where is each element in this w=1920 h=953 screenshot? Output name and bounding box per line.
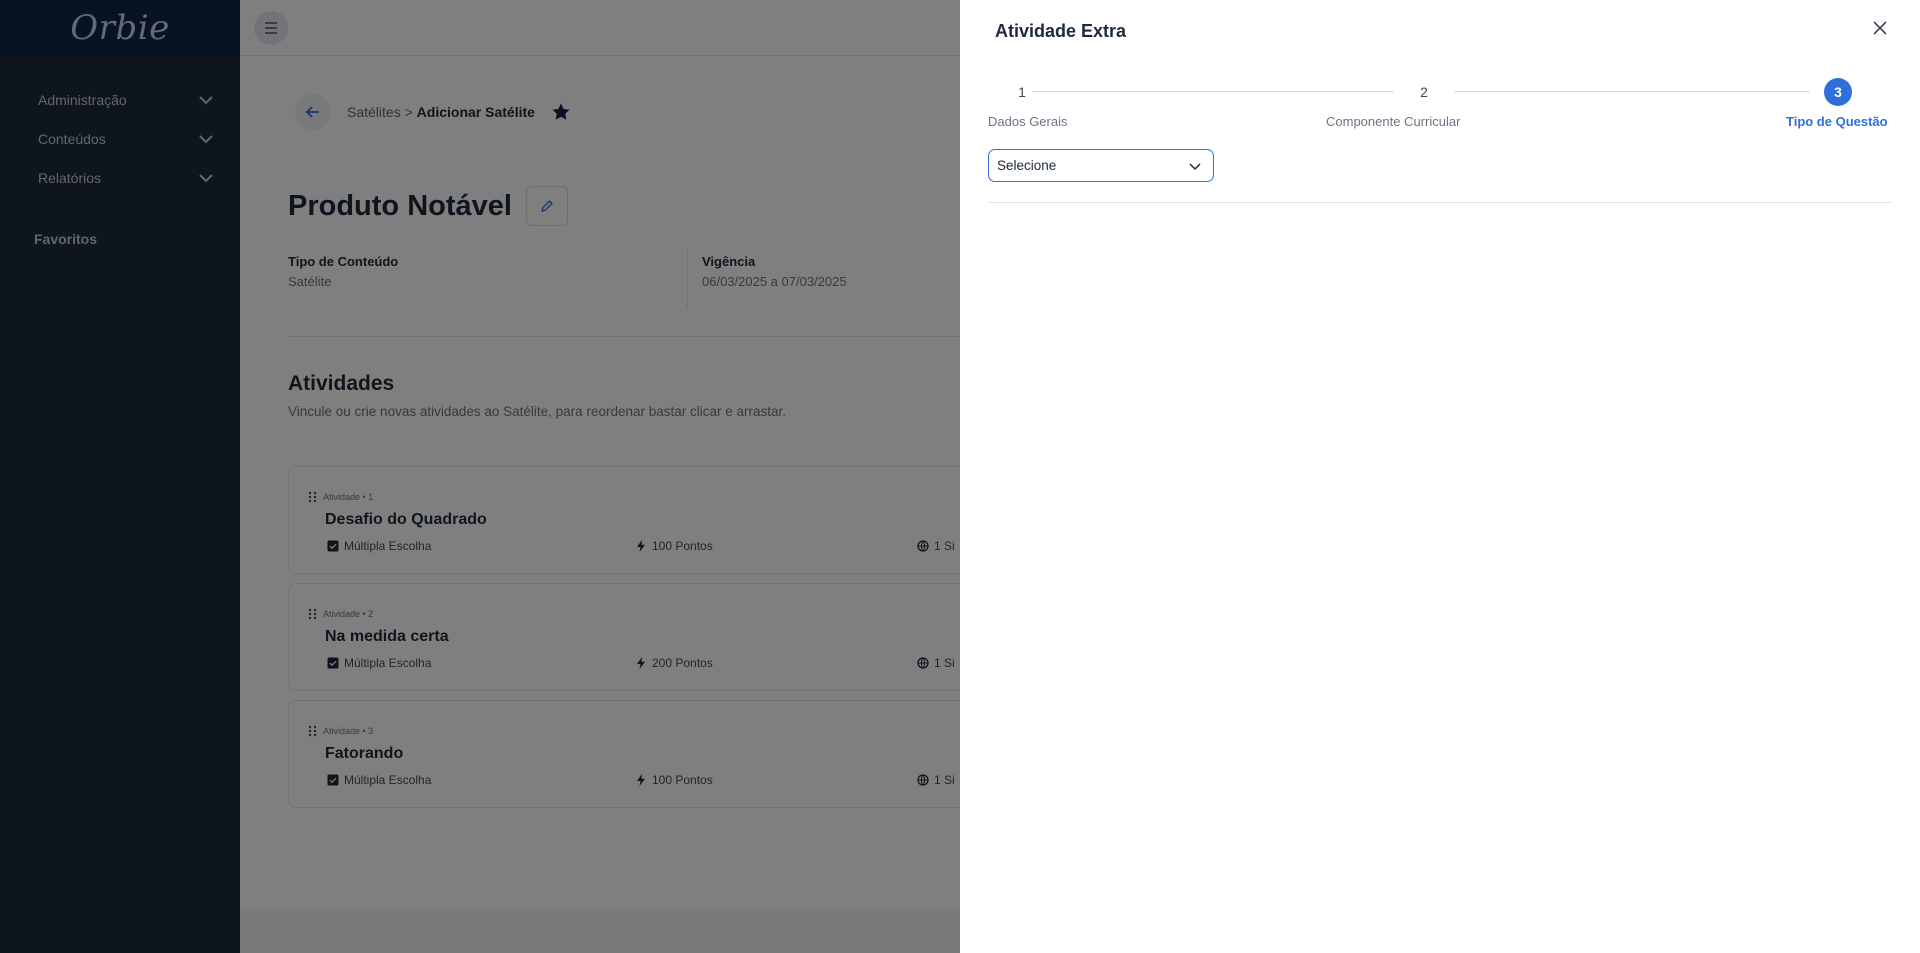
step-2-number[interactable]: 2 — [1410, 78, 1438, 106]
step-3-label[interactable]: Tipo de Questão — [1786, 114, 1888, 129]
step-3-number[interactable]: 3 — [1824, 78, 1852, 106]
stepper: 1 Dados Gerais 2 Componente Curricular 3… — [988, 78, 1892, 134]
step-2-label[interactable]: Componente Curricular — [1326, 114, 1460, 129]
drawer-title: Atividade Extra — [995, 21, 1127, 41]
step-1-label[interactable]: Dados Gerais — [988, 114, 1067, 129]
select-value: Selecione — [997, 158, 1057, 173]
step-connector — [1032, 91, 1394, 92]
step-1-number[interactable]: 1 — [1008, 78, 1036, 106]
step-connector — [1454, 91, 1810, 92]
question-type-select[interactable]: Selecione — [988, 149, 1214, 182]
close-icon[interactable] — [1870, 18, 1890, 38]
chevron-down-icon — [1189, 162, 1201, 170]
drawer-divider — [988, 202, 1892, 203]
activity-extra-drawer: Atividade Extra 1 Dados Gerais 2 Compone… — [960, 0, 1920, 953]
